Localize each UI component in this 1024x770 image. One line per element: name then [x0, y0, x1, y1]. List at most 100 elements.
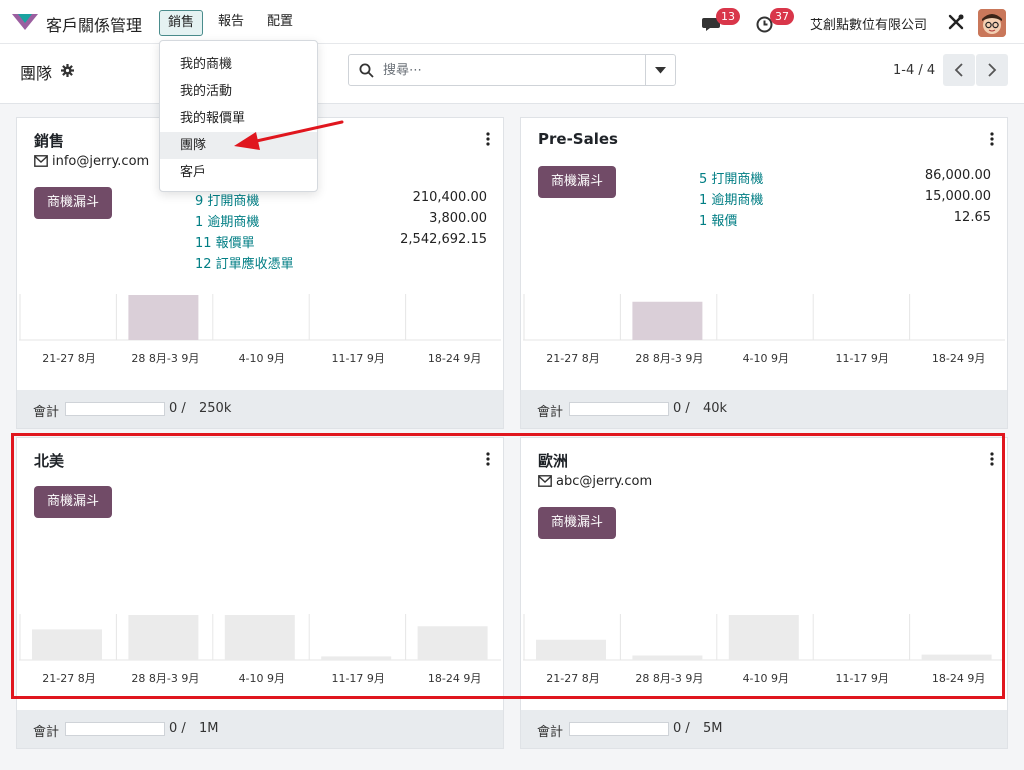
- avatar-icon: [978, 9, 1006, 37]
- app-title[interactable]: 客戶關係管理: [46, 12, 142, 36]
- team-graph[interactable]: 21-27 8月 28 8月-3 9月 4-10 9月 11-17 9月 18-24 9…: [19, 294, 501, 388]
- dropdown-item-my-pipeline[interactable]: 我的商機: [160, 51, 317, 78]
- team-name: 北美: [34, 452, 65, 470]
- team-name: 歐洲: [538, 452, 569, 470]
- graph-bar: [632, 301, 703, 340]
- dropdown-item-customers[interactable]: 客戶: [160, 159, 317, 186]
- pipeline-button[interactable]: 商機漏斗: [34, 187, 112, 219]
- activities-button[interactable]: 37: [756, 8, 796, 36]
- debug-tools-icon[interactable]: [947, 13, 965, 31]
- graph-bar: [128, 295, 199, 340]
- kebab-menu-icon[interactable]: [989, 132, 995, 146]
- pager-previous-button[interactable]: [943, 54, 975, 86]
- team-name: 銷售: [34, 132, 65, 150]
- search-icon: [359, 63, 374, 78]
- graph-bar: [728, 615, 799, 660]
- graph-x-label: 28 8月-3 9月: [131, 352, 200, 365]
- pipeline-button[interactable]: 商機漏斗: [34, 486, 112, 518]
- graph-x-label: 4-10 9月: [742, 352, 790, 365]
- graph-x-label: 21-27 8月: [546, 672, 600, 685]
- graph-x-label: 11-17 9月: [835, 352, 889, 365]
- pipeline-button[interactable]: 商機漏斗: [538, 507, 616, 539]
- invoiced-progress-bar: [569, 722, 669, 736]
- app-logo-icon[interactable]: [12, 12, 38, 32]
- graph-svg: [19, 614, 501, 661]
- invoiced-progress-bar: [569, 402, 669, 416]
- team-card[interactable]: 歐洲 abc@jerry.com 商機漏斗 21-27 8月 28 8月-3 9月 4-1…: [520, 437, 1008, 749]
- user-avatar[interactable]: [978, 9, 1006, 37]
- chevron-right-icon: [988, 63, 997, 77]
- graph-x-label: 4-10 9月: [742, 672, 790, 685]
- gear-icon[interactable]: [61, 64, 74, 77]
- invoiced-current: 0 /: [673, 401, 690, 416]
- pager-value[interactable]: 1-4 / 4: [893, 63, 935, 78]
- caret-down-icon: [655, 67, 666, 74]
- graph-x-label: 21-27 8月: [42, 352, 96, 365]
- invoiced-label: 會計: [537, 725, 564, 740]
- menu-configuration[interactable]: 配置: [259, 10, 301, 36]
- graph-svg: [523, 294, 1005, 341]
- search-options-toggle[interactable]: [645, 55, 675, 85]
- invoiced-label: 會計: [537, 405, 564, 420]
- team-stat-link[interactable]: 9 打開商機: [195, 190, 259, 209]
- team-graph[interactable]: 21-27 8月 28 8月-3 9月 4-10 9月 11-17 9月 18-24 9…: [523, 614, 1005, 708]
- messages-button[interactable]: 13: [702, 8, 742, 36]
- invoiced-current: 0 /: [169, 721, 186, 736]
- team-stat-amount: 210,400.00: [412, 190, 487, 205]
- team-stat-amount: 2,542,692.15: [400, 232, 487, 247]
- kebab-menu-icon[interactable]: [485, 132, 491, 146]
- team-card-footer: 會計 0 / 250k: [17, 390, 503, 428]
- team-email-text: info@jerry.com: [52, 154, 150, 169]
- graph-bar: [32, 629, 102, 660]
- invoiced-current: 0 /: [673, 721, 690, 736]
- team-stat-link[interactable]: 1 逾期商機: [195, 211, 259, 230]
- graph-svg: [19, 294, 501, 341]
- graph-x-label: 18-24 9月: [931, 352, 986, 365]
- top-navbar: 客戶關係管理 銷售 報告 配置 13 37 艾創點數位有限公司: [0, 0, 1024, 44]
- invoiced-target[interactable]: 5M: [703, 721, 723, 736]
- menu-reports[interactable]: 報告: [210, 10, 252, 36]
- team-stat-link[interactable]: 1 報價: [699, 210, 737, 229]
- invoiced-target[interactable]: 1M: [199, 721, 219, 736]
- team-stat-amount: 3,800.00: [429, 211, 487, 226]
- company-switcher[interactable]: 艾創點數位有限公司: [810, 14, 927, 33]
- graph-x-label: 11-17 9月: [331, 672, 385, 685]
- team-stat-link[interactable]: 12 訂單應收憑單: [195, 253, 294, 272]
- graph-x-label: 11-17 9月: [835, 672, 889, 685]
- dropdown-item-my-activities[interactable]: 我的活動: [160, 78, 317, 105]
- team-stat-link[interactable]: 11 報價單: [195, 232, 255, 251]
- graph-x-label: 4-10 9月: [238, 352, 286, 365]
- team-card[interactable]: Pre-Sales 商機漏斗 5 打開商機 86,000.00 1 逾期商機 15,000…: [520, 117, 1008, 429]
- graph-bar: [224, 615, 295, 660]
- team-graph[interactable]: 21-27 8月 28 8月-3 9月 4-10 9月 11-17 9月 18-24 9…: [19, 614, 501, 708]
- menu-sales[interactable]: 銷售: [159, 10, 204, 36]
- team-card-footer: 會計 0 / 1M: [17, 710, 503, 748]
- team-stat-link[interactable]: 5 打開商機: [699, 168, 763, 187]
- graph-bar: [128, 615, 199, 660]
- search-input[interactable]: [383, 59, 633, 81]
- graph-bar: [321, 656, 392, 660]
- pager-next-button[interactable]: [976, 54, 1008, 86]
- team-graph[interactable]: 21-27 8月 28 8月-3 9月 4-10 9月 11-17 9月 18-24 9…: [523, 294, 1005, 388]
- graph-x-label: 18-24 9月: [427, 352, 482, 365]
- invoiced-target[interactable]: 250k: [199, 401, 231, 416]
- activities-badge: 37: [770, 8, 794, 25]
- team-stat-amount: 86,000.00: [924, 168, 991, 183]
- team-card-footer: 會計 0 / 5M: [521, 710, 1007, 748]
- graph-x-label: 28 8月-3 9月: [131, 672, 200, 685]
- graph-x-label: 28 8月-3 9月: [635, 672, 704, 685]
- graph-x-label: 21-27 8月: [546, 352, 600, 365]
- invoiced-current: 0 /: [169, 401, 186, 416]
- kebab-menu-icon[interactable]: [989, 452, 995, 466]
- invoiced-target[interactable]: 40k: [703, 401, 727, 416]
- graph-bar: [536, 639, 606, 660]
- team-stat-link[interactable]: 1 逾期商機: [699, 189, 763, 208]
- graph-x-label: 28 8月-3 9月: [635, 352, 704, 365]
- graph-x-label: 11-17 9月: [331, 352, 385, 365]
- pipeline-button[interactable]: 商機漏斗: [538, 166, 616, 198]
- control-panel: 團隊 1-4 / 4: [0, 44, 1024, 104]
- team-name: Pre-Sales: [538, 130, 618, 148]
- kebab-menu-icon[interactable]: [485, 452, 491, 466]
- messages-badge: 13: [716, 8, 740, 25]
- team-card[interactable]: 北美商機漏斗 21-27 8月 28 8月-3 9月 4-10 9月 11-17 9月 1…: [16, 437, 504, 749]
